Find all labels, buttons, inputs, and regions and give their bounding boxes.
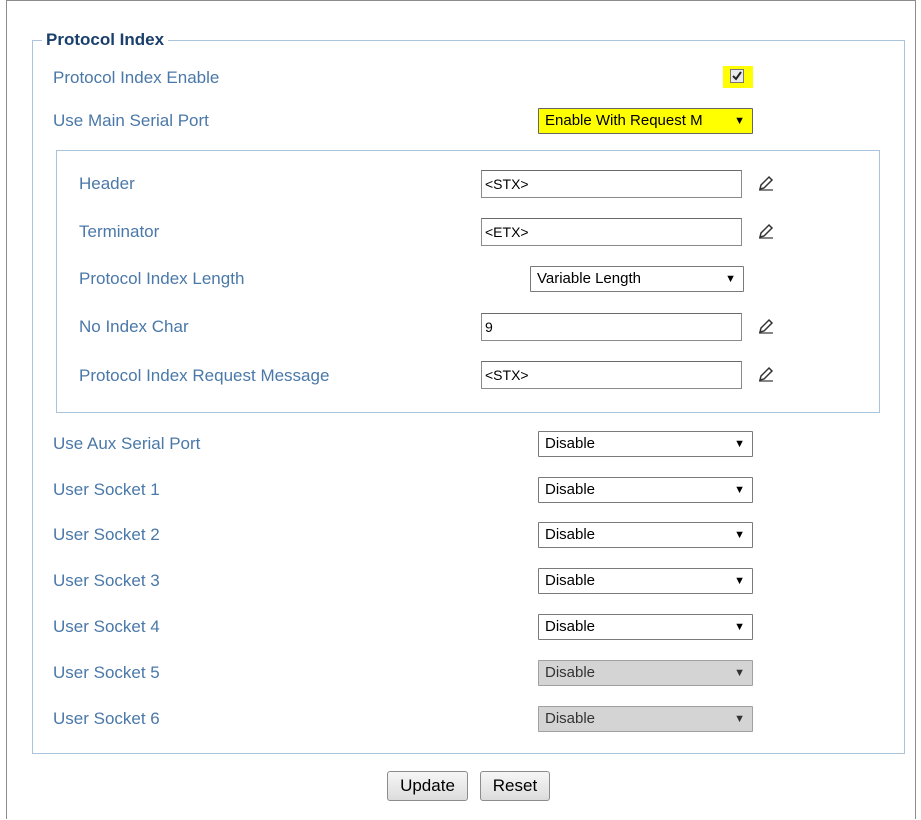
edit-request-message-pencil-icon[interactable] [756, 364, 776, 384]
protocol-index-length-label: Protocol Index Length [79, 269, 245, 288]
dropdown-arrow-icon: ▼ [734, 575, 745, 587]
dropdown-arrow-icon: ▼ [734, 621, 745, 633]
user-socket-5-value: Disable [545, 664, 596, 681]
user-socket-1-select[interactable]: Disable ▼ [538, 477, 753, 503]
protocol-index-request-message-input[interactable]: <STX> [481, 361, 742, 389]
edit-terminator-pencil-icon[interactable] [756, 221, 776, 241]
user-socket-2-label: User Socket 2 [53, 525, 160, 544]
use-aux-serial-port-value: Disable [545, 435, 596, 452]
user-socket-4-value: Disable [545, 618, 596, 635]
user-socket-6-label: User Socket 6 [53, 709, 160, 728]
dropdown-arrow-icon: ▼ [734, 713, 745, 725]
protocol-index-enable-label: Protocol Index Enable [53, 68, 220, 87]
user-socket-6-value: Disable [545, 710, 596, 727]
user-socket-2-select[interactable]: Disable ▼ [538, 522, 753, 548]
edit-header-pencil-icon[interactable] [756, 173, 776, 193]
user-socket-6-select[interactable]: Disable ▼ [538, 706, 753, 732]
user-socket-5-label: User Socket 5 [53, 663, 160, 682]
dropdown-arrow-icon: ▼ [734, 667, 745, 679]
no-index-char-input[interactable]: 9 [481, 313, 742, 341]
header-input[interactable]: <STX> [481, 170, 742, 198]
use-main-serial-port-label: Use Main Serial Port [53, 111, 209, 130]
dropdown-arrow-icon: ▼ [734, 484, 745, 496]
edit-no-index-char-pencil-icon[interactable] [756, 316, 776, 336]
update-button[interactable]: Update [387, 771, 468, 801]
protocol-index-length-value: Variable Length [537, 270, 641, 287]
terminator-label: Terminator [79, 222, 160, 241]
user-socket-4-select[interactable]: Disable ▼ [538, 614, 753, 640]
checkbox-highlight [723, 66, 753, 88]
dropdown-arrow-icon: ▼ [725, 273, 736, 285]
reset-button[interactable]: Reset [480, 771, 550, 801]
user-socket-2-value: Disable [545, 526, 596, 543]
no-index-char-label: No Index Char [79, 317, 189, 336]
user-socket-3-label: User Socket 3 [53, 571, 160, 590]
terminator-input[interactable]: <ETX> [481, 218, 742, 246]
header-label: Header [79, 174, 135, 193]
use-main-serial-port-value: Enable With Request M [545, 112, 703, 129]
user-socket-5-select[interactable]: Disable ▼ [538, 660, 753, 686]
user-socket-1-value: Disable [545, 481, 596, 498]
user-socket-3-value: Disable [545, 572, 596, 589]
checkmark-icon [732, 71, 742, 81]
user-socket-3-select[interactable]: Disable ▼ [538, 568, 753, 594]
dropdown-arrow-icon: ▼ [734, 438, 745, 450]
protocol-index-request-message-label: Protocol Index Request Message [79, 366, 330, 385]
dropdown-arrow-icon: ▼ [734, 529, 745, 541]
use-aux-serial-port-label: Use Aux Serial Port [53, 434, 201, 453]
protocol-index-length-select[interactable]: Variable Length ▼ [530, 266, 744, 292]
use-aux-serial-port-select[interactable]: Disable ▼ [538, 431, 753, 457]
user-socket-4-label: User Socket 4 [53, 617, 160, 636]
dropdown-arrow-icon: ▼ [731, 109, 745, 133]
user-socket-1-label: User Socket 1 [53, 480, 160, 499]
fieldset-legend: Protocol Index [42, 30, 169, 50]
protocol-index-enable-checkbox[interactable] [730, 69, 744, 83]
use-main-serial-port-select[interactable]: Enable With Request M ▼ [538, 108, 753, 134]
